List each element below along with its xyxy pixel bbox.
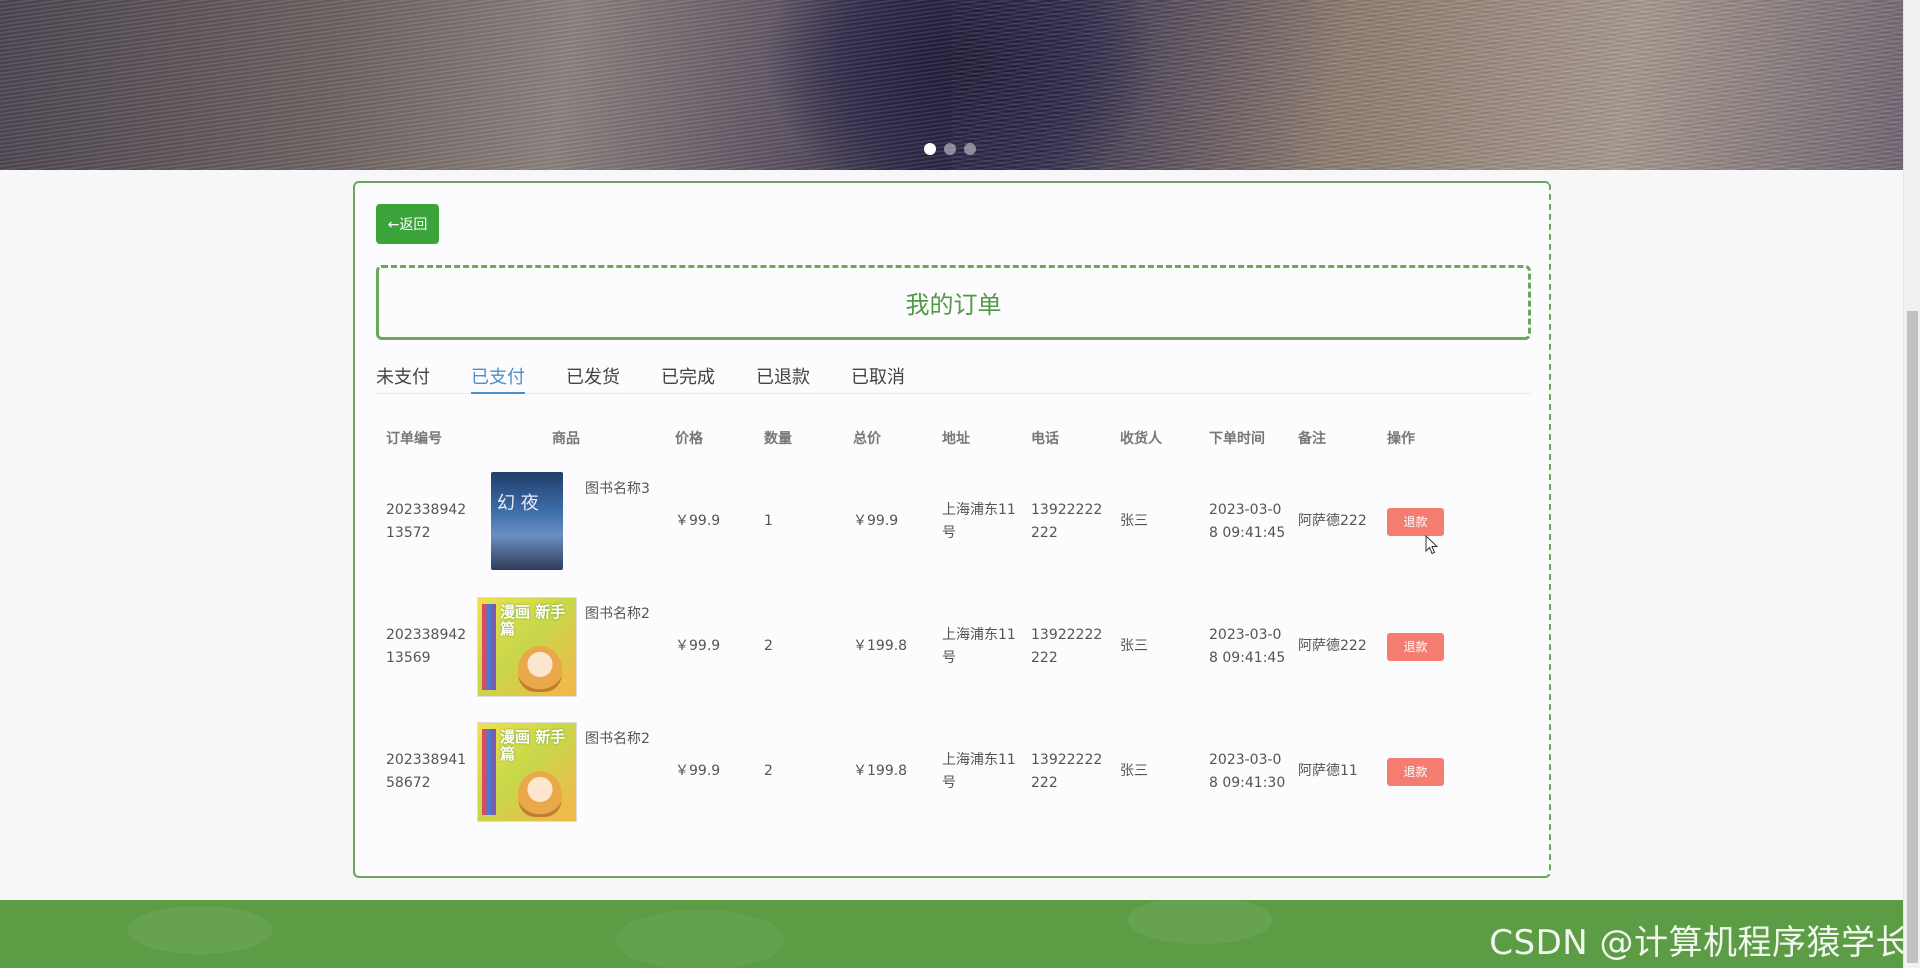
table-header: 订单编号 商品 价格 数量 总价 地址 电话 收货人 下单时间 备注 操作 bbox=[376, 419, 1531, 459]
book-cover-title: 漫画 新手篇 bbox=[500, 727, 566, 763]
header-receiver: 收货人 bbox=[1120, 430, 1162, 447]
header-phone: 电话 bbox=[1031, 430, 1059, 447]
mouse-cursor-icon bbox=[1425, 535, 1439, 555]
book-cover-image: 漫画 新手篇 bbox=[477, 596, 577, 697]
book-cover-image: 幻 夜 bbox=[477, 471, 577, 572]
phone: 13922222222 bbox=[1031, 501, 1103, 541]
order-status-tabs: 未支付 已支付 已发货 已完成 已退款 已取消 bbox=[376, 359, 1531, 394]
header-quantity: 数量 bbox=[764, 430, 792, 447]
receiver: 张三 bbox=[1120, 763, 1148, 779]
header-order-id: 订单编号 bbox=[386, 430, 442, 447]
header-price: 价格 bbox=[675, 430, 703, 447]
receiver: 张三 bbox=[1120, 638, 1148, 654]
goods-name: 图书名称3 bbox=[585, 480, 650, 497]
address: 上海浦东11号 bbox=[942, 751, 1016, 791]
tab-cancelled[interactable]: 已取消 bbox=[851, 359, 905, 393]
total-price: ￥199.8 bbox=[853, 763, 908, 779]
quantity: 2 bbox=[764, 763, 773, 779]
scrollbar-thumb[interactable] bbox=[1907, 311, 1918, 963]
tab-completed[interactable]: 已完成 bbox=[661, 359, 715, 393]
order-time: 2023-03-08 09:41:45 bbox=[1209, 501, 1286, 541]
order-id: 20233894158672 bbox=[386, 751, 467, 791]
header-note: 备注 bbox=[1298, 430, 1326, 447]
orders-table: 订单编号 商品 价格 数量 总价 地址 电话 收货人 下单时间 备注 操作 20… bbox=[376, 419, 1531, 834]
price: ￥99.9 bbox=[675, 513, 721, 529]
book-cover-title: 幻 夜 bbox=[497, 492, 539, 514]
phone: 13922222222 bbox=[1031, 751, 1103, 791]
header-total: 总价 bbox=[853, 430, 881, 447]
order-time: 2023-03-08 09:41:45 bbox=[1209, 626, 1286, 666]
tab-paid[interactable]: 已支付 bbox=[471, 359, 525, 394]
price: ￥99.9 bbox=[675, 638, 721, 654]
goods-cell: 漫画 新手篇 图书名称2 bbox=[467, 721, 665, 822]
order-time: 2023-03-08 09:41:30 bbox=[1209, 751, 1286, 791]
header-action: 操作 bbox=[1387, 430, 1415, 447]
banner-carousel bbox=[0, 0, 1903, 170]
order-id: 20233894213572 bbox=[386, 501, 467, 541]
watermark: CSDN @计算机程序猿学长 bbox=[1489, 923, 1910, 963]
goods-name: 图书名称2 bbox=[585, 605, 650, 622]
total-price: ￥99.9 bbox=[853, 513, 899, 529]
carousel-dot-2[interactable] bbox=[944, 143, 956, 155]
note: 阿萨德11 bbox=[1298, 763, 1358, 779]
price: ￥99.9 bbox=[675, 763, 721, 779]
action-cell: 退款 bbox=[1377, 757, 1527, 786]
action-cell: 退款 bbox=[1377, 507, 1527, 536]
phone: 13922222222 bbox=[1031, 626, 1103, 666]
refund-button[interactable]: 退款 bbox=[1387, 507, 1444, 536]
carousel-dots bbox=[924, 143, 976, 155]
table-row: 20233894213569 漫画 新手篇 图书名称2 ￥99.9 2 ￥199… bbox=[376, 584, 1531, 709]
book-cover-image: 漫画 新手篇 bbox=[477, 721, 577, 822]
header-order-time: 下单时间 bbox=[1209, 430, 1265, 447]
goods-cell: 幻 夜 图书名称3 bbox=[467, 471, 665, 572]
refund-button[interactable]: 退款 bbox=[1387, 632, 1444, 661]
carousel-dot-1[interactable] bbox=[924, 143, 936, 155]
address: 上海浦东11号 bbox=[942, 501, 1016, 541]
page-scrollbar[interactable] bbox=[1903, 0, 1920, 968]
header-goods: 商品 bbox=[552, 430, 580, 447]
refund-button[interactable]: 退款 bbox=[1387, 757, 1444, 786]
tab-unpaid[interactable]: 未支付 bbox=[376, 359, 430, 393]
quantity: 2 bbox=[764, 638, 773, 654]
book-cover-title: 漫画 新手篇 bbox=[500, 602, 566, 638]
tab-shipped[interactable]: 已发货 bbox=[566, 359, 620, 393]
goods-name: 图书名称2 bbox=[585, 730, 650, 747]
quantity: 1 bbox=[764, 513, 773, 529]
address: 上海浦东11号 bbox=[942, 626, 1016, 666]
carousel-dot-3[interactable] bbox=[964, 143, 976, 155]
table-row: 20233894213572 幻 夜 图书名称3 ￥99.9 1 ￥99.9 上… bbox=[376, 459, 1531, 584]
action-cell: 退款 bbox=[1377, 632, 1527, 661]
header-address: 地址 bbox=[942, 430, 970, 447]
note: 阿萨德222 bbox=[1298, 638, 1367, 654]
page-title: 我的订单 bbox=[905, 291, 1002, 319]
table-row: 20233894158672 漫画 新手篇 图书名称2 ￥99.9 2 ￥199… bbox=[376, 709, 1531, 834]
tab-refunded[interactable]: 已退款 bbox=[756, 359, 810, 393]
goods-cell: 漫画 新手篇 图书名称2 bbox=[467, 596, 665, 697]
orders-card: ←返回 我的订单 未支付 已支付 已发货 已完成 已退款 已取消 订单编号 商品… bbox=[353, 181, 1551, 878]
order-id: 20233894213569 bbox=[386, 626, 467, 666]
receiver: 张三 bbox=[1120, 513, 1148, 529]
back-button[interactable]: ←返回 bbox=[376, 204, 439, 244]
page-title-box: 我的订单 bbox=[376, 265, 1531, 340]
total-price: ￥199.8 bbox=[853, 638, 908, 654]
note: 阿萨德222 bbox=[1298, 513, 1367, 529]
